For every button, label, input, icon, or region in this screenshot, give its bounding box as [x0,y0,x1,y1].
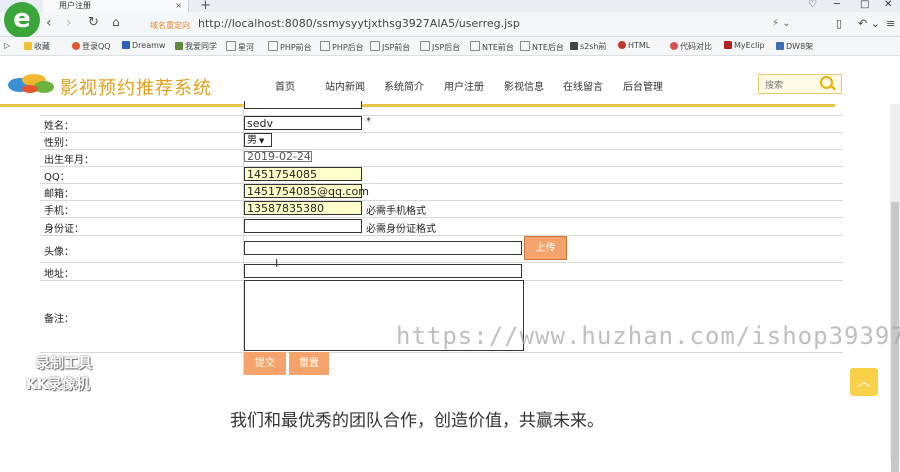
shirt-icon[interactable]: ♡ [808,0,817,10]
bookmark-toggle-icon[interactable]: ▷ [4,41,10,50]
form-row-birth: 出生年月： 2019-02-24 [40,149,843,167]
bookmark-favorites[interactable]: 收藏 [24,41,50,52]
bookmark-item[interactable]: PHP前台 [268,41,312,53]
bookmark-item[interactable]: JSP前台 [370,41,410,53]
bookmark-item[interactable]: HTML [618,41,650,50]
watermark-text: https://www.huzhan.com/ishop39397 [396,322,900,350]
remark-label: 备注： [44,314,74,325]
close-window-icon[interactable]: ✕ [884,0,892,10]
page-scrollbar[interactable] [890,104,900,472]
avatar-path-field[interactable] [244,241,522,255]
bookmark-item[interactable]: MyEclip [724,41,765,50]
form-row-avatar: 头像： [40,235,843,263]
gender-value: 男 [247,135,257,146]
phone-format-hint: 必需手机格式 [366,206,426,217]
qq-field[interactable]: 1451754085 [244,167,362,181]
bookmark-item[interactable]: DW8架 [776,41,813,52]
tab-title: 用户注册 [59,1,91,10]
idcard-label: 身份证： [44,224,84,235]
gender-label: 性别： [44,138,74,149]
address-label: 地址： [44,269,74,280]
text-cursor-icon: I [275,257,279,270]
bookmark-item[interactable]: PHP后台 [320,41,364,53]
upload-button[interactable]: 上传 [524,236,567,260]
url-field[interactable]: http://localhost:8080/ssmysyytjxthsg3927… [198,17,520,30]
submit-button[interactable]: 提交 [244,352,286,375]
site-search-box[interactable]: 搜索 [758,74,842,94]
idcard-format-hint: 必需身份证格式 [366,224,436,235]
bookmark-item[interactable]: s2sh前 [570,41,607,52]
back-icon[interactable]: ‹ [46,15,52,31]
star-icon [24,42,32,50]
undo-icon[interactable]: ↶ ⌄ [858,17,880,30]
forward-icon[interactable]: › [66,15,72,31]
avatar-label: 头像： [44,247,74,258]
form-row-name: 姓名： sedv * [40,115,843,133]
refresh-icon[interactable]: ↻ [88,15,99,30]
gender-select[interactable]: 男 ▼ [244,133,272,147]
form-row-idcard: 身份证： 必需身份证格式 [40,217,843,236]
site-logo-icon[interactable] [6,70,58,96]
site-title[interactable]: 影视预约推荐系统 [60,74,212,100]
address-field[interactable] [244,264,522,278]
nav-messages[interactable]: 在线留言 [563,78,603,93]
bookmark-item[interactable]: NTE前台 [470,41,514,53]
form-row-email: 邮箱： 1451754085@qq.com [40,183,843,201]
reset-button[interactable]: 重置 [289,352,329,375]
clipped-field[interactable] [244,101,362,109]
bookmark-item[interactable]: Dreamw [122,41,165,50]
minimize-icon[interactable]: ─ [834,0,840,10]
qq-label: QQ： [44,172,70,183]
birth-date-field[interactable]: 2019-02-24 [244,151,312,162]
name-field[interactable]: sedv [244,116,362,130]
reader-icon[interactable]: ▯ [836,17,842,30]
bookmark-item[interactable]: 代码对比 [670,41,712,52]
search-input[interactable]: 搜索 [765,78,783,91]
required-mark: * [366,116,371,127]
footer-slogan: 我们和最优秀的团队合作，创造价值，共赢未来。 [230,411,604,431]
lightning-icon[interactable]: ⚡ ⌄ [772,18,791,29]
form-row-qq: QQ： 1451754085 [40,166,843,184]
bookmark-item[interactable]: 星河 [226,41,254,53]
email-label: 邮箱： [44,189,74,200]
chevron-down-icon: ▼ [259,137,265,145]
search-icon[interactable] [820,76,833,89]
bookmark-item[interactable]: 我爱同学 [175,41,217,52]
form-row-gender: 性别： 男 ▼ [40,132,843,150]
phone-label: 手机： [44,206,74,217]
browser-tab[interactable]: 用户注册 × [43,0,189,12]
form-row-address: 地址： [40,262,843,281]
home-icon[interactable]: ⌂ [112,15,120,29]
nav-register[interactable]: 用户注册 [444,78,484,93]
bookmark-item[interactable]: NTE后台 [520,41,564,53]
form-row-phone: 手机： 13587835380 必需手机格式 [40,200,843,218]
email-field[interactable]: 1451754085@qq.com [244,184,369,198]
browser-logo-icon: e [4,2,40,38]
name-label: 姓名： [44,121,74,132]
maximize-icon[interactable]: □ [860,0,869,10]
bookmark-item[interactable]: 登录QQ [72,41,111,52]
back-to-top-icon[interactable]: ︿ [850,368,878,396]
idcard-field[interactable] [244,219,362,233]
bookmark-bar: ▷ 收藏 登录QQ Dreamw 我爱同学 星河 PHP前台 PHP后台 JSP… [0,37,900,56]
tab-close-icon[interactable]: × [175,0,182,11]
menu-icon[interactable]: ≡ [886,17,895,30]
nav-movies[interactable]: 影视信息 [504,78,544,93]
nav-home[interactable]: 首页 [275,78,295,93]
nav-about[interactable]: 系统简介 [384,78,424,93]
recorder-label: 录制工具 [36,356,92,372]
domain-hint: 域名重定向 [150,21,190,30]
phone-field[interactable]: 13587835380 [244,201,362,215]
recorder-label: KK录像机 [26,377,90,393]
nav-admin[interactable]: 后台管理 [623,78,663,93]
nav-news[interactable]: 站内新闻 [325,78,365,93]
birth-label: 出生年月： [44,155,94,166]
bookmark-item[interactable]: JSP后台 [420,41,460,53]
